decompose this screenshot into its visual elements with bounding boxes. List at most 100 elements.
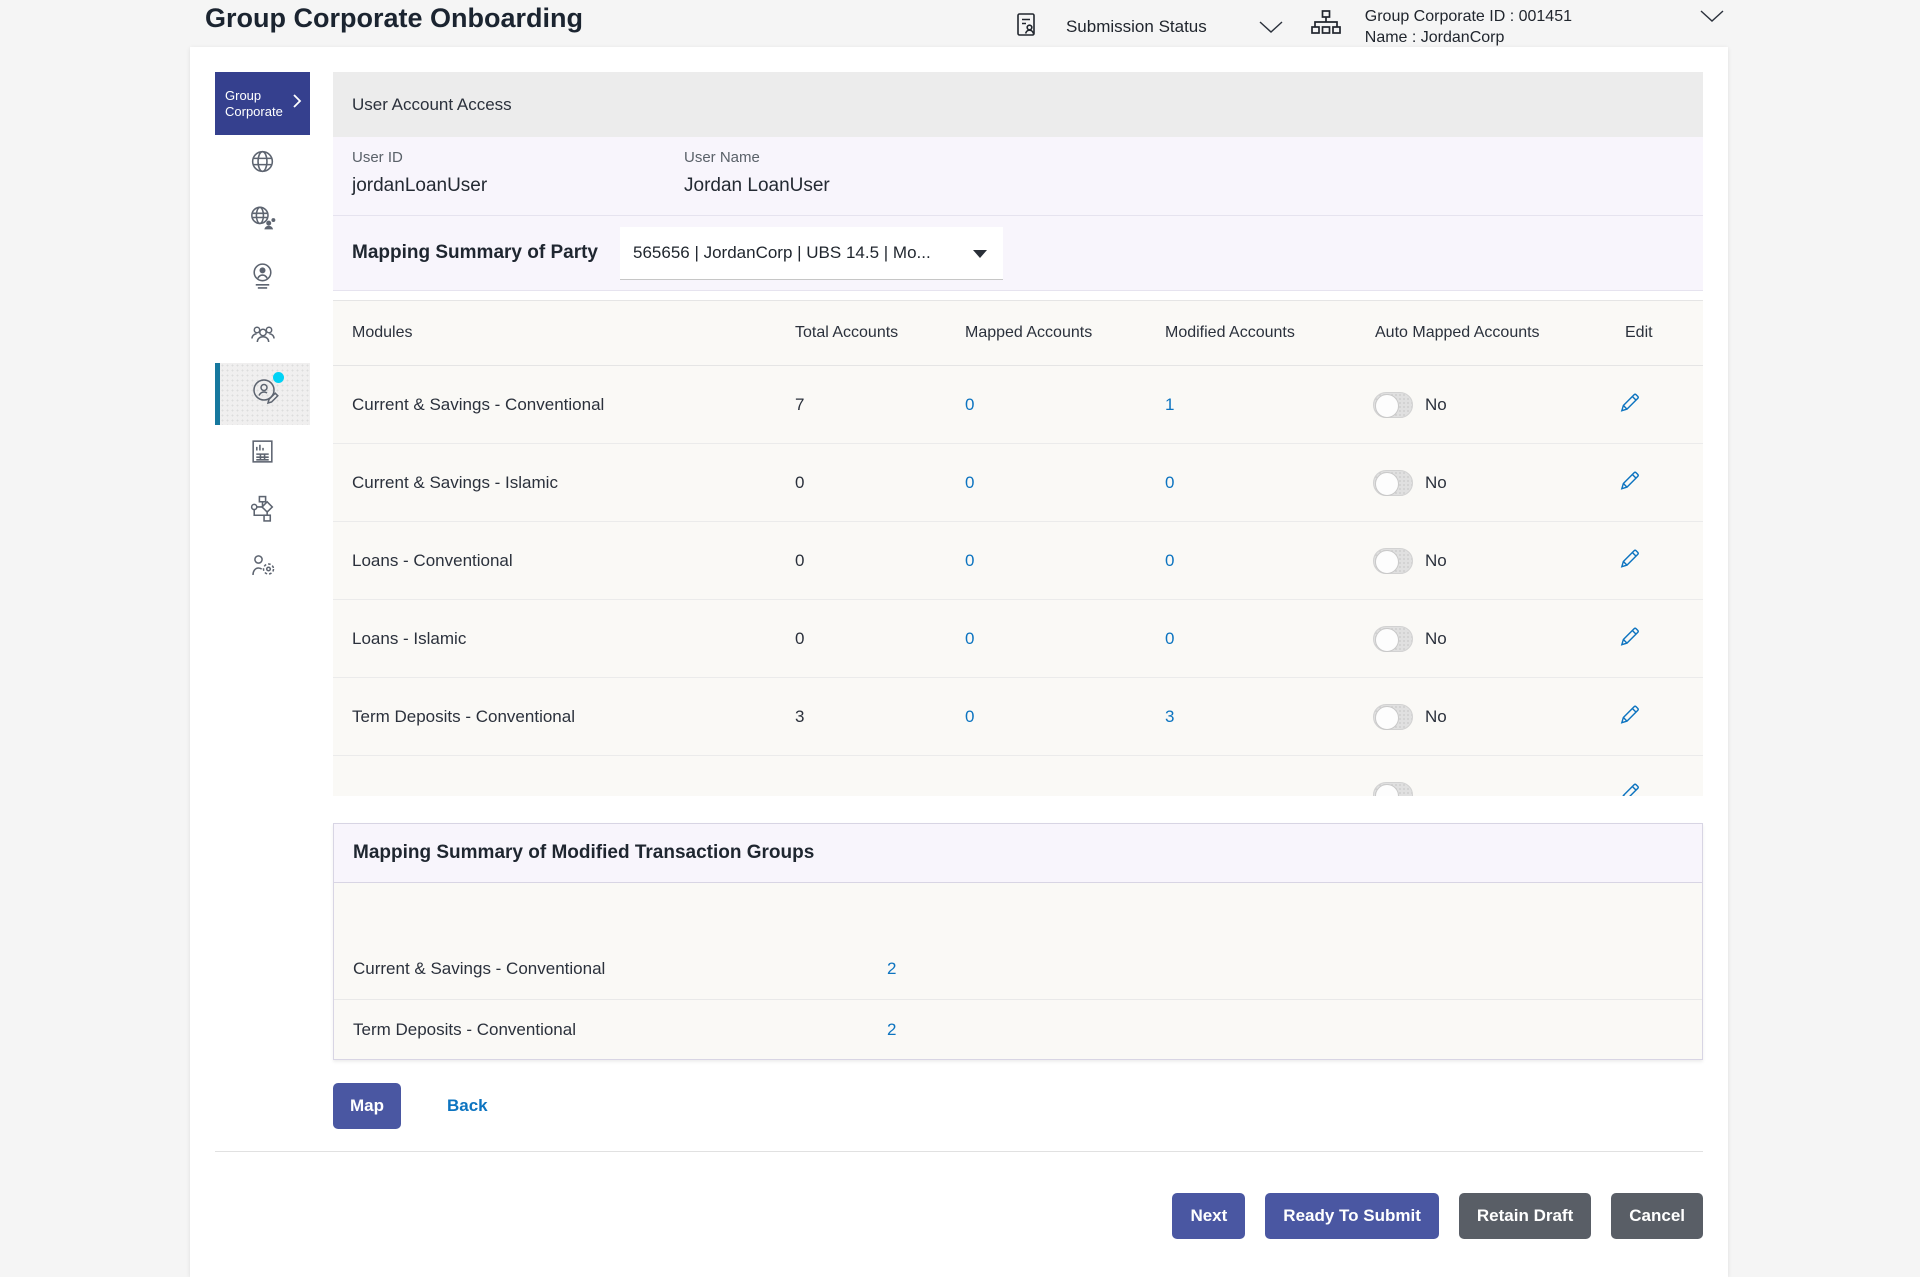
edit-icon[interactable]	[1618, 547, 1641, 570]
module-name: Loans - Conventional	[333, 551, 780, 571]
mapped-accounts-link[interactable]: 0	[950, 551, 1150, 571]
notification-dot	[273, 372, 284, 383]
user-settings-icon	[248, 550, 278, 585]
column-header-mapped-accounts: Mapped Accounts	[950, 324, 1150, 342]
chevron-down-icon	[1700, 10, 1724, 23]
sidebar-item-user-account-access[interactable]	[215, 363, 310, 425]
page-title: Group Corporate Onboarding	[205, 3, 583, 34]
group-count-link[interactable]: 2	[887, 959, 896, 979]
auto-mapped-label: No	[1425, 551, 1447, 571]
back-link[interactable]: Back	[447, 1096, 488, 1116]
mapped-accounts-link[interactable]: 0	[950, 707, 1150, 727]
mapping-summary-party-row: Mapping Summary of Party 565656 | Jordan…	[333, 216, 1703, 291]
sidebar-item-user-settings[interactable]	[215, 539, 310, 596]
auto-mapped-label: No	[1425, 395, 1447, 415]
total-accounts-value: 7	[780, 395, 950, 415]
sidebar-item-user-details[interactable]	[215, 249, 310, 306]
edit-icon[interactable]	[1618, 391, 1641, 414]
cancel-button[interactable]: Cancel	[1611, 1193, 1703, 1239]
auto-mapped-toggle[interactable]	[1373, 782, 1413, 797]
submission-status-label: Submission Status	[1066, 17, 1207, 37]
footer-actions: Next Ready To Submit Retain Draft Cancel	[333, 1193, 1703, 1239]
edit-icon[interactable]	[1618, 703, 1641, 726]
module-name: Term Deposits - Conventional	[333, 707, 780, 727]
column-header-modified-accounts: Modified Accounts	[1150, 324, 1360, 342]
globe-icon	[248, 147, 277, 181]
table-row: Term Deposits - Conventional 3 0 3 No	[333, 678, 1703, 756]
column-header-modules: Modules	[333, 324, 780, 342]
modified-transaction-groups-title: Mapping Summary of Modified Transaction …	[334, 824, 1702, 883]
edit-icon[interactable]	[1618, 781, 1641, 797]
report-icon	[248, 437, 277, 471]
sidebar-badge-group-corporate[interactable]: Group Corporate	[215, 72, 310, 135]
module-name: Current & Savings - Conventional	[333, 395, 780, 415]
chevron-down-icon	[1259, 21, 1283, 34]
party-select-value: 565656 | JordanCorp | UBS 14.5 | Mo...	[633, 243, 931, 263]
modified-transaction-groups-panel: Mapping Summary of Modified Transaction …	[333, 823, 1703, 1060]
mapped-accounts-link[interactable]: 0	[950, 473, 1150, 493]
auto-mapped-label: No	[1425, 629, 1447, 649]
mapped-accounts-link[interactable]: 0	[950, 629, 1150, 649]
table-row-partial	[333, 756, 1703, 796]
party-select[interactable]: 565656 | JordanCorp | UBS 14.5 | Mo...	[620, 227, 1003, 280]
module-name: Loans - Islamic	[333, 629, 780, 649]
group-name: Current & Savings - Conventional	[334, 959, 887, 979]
retain-draft-button[interactable]: Retain Draft	[1459, 1193, 1591, 1239]
group-count-link[interactable]: 2	[887, 1020, 896, 1040]
auto-mapped-toggle[interactable]	[1373, 470, 1413, 496]
header-controls: Submission Status Group Corporate ID : 0…	[1013, 6, 1724, 48]
next-button[interactable]: Next	[1172, 1193, 1245, 1239]
auto-mapped-toggle[interactable]	[1373, 548, 1413, 574]
list-item: Current & Savings - Conventional 2	[334, 939, 1702, 999]
sidebar-item-report[interactable]	[215, 425, 310, 482]
modified-accounts-link[interactable]: 0	[1150, 551, 1360, 571]
divider	[215, 1151, 1703, 1152]
modified-accounts-link[interactable]: 1	[1150, 395, 1360, 415]
auto-mapped-label: No	[1425, 707, 1447, 727]
caret-down-icon	[973, 250, 987, 258]
chevron-right-icon	[293, 94, 302, 113]
user-info-section: User ID jordanLoanUser User Name Jordan …	[333, 137, 1703, 216]
total-accounts-value: 0	[780, 551, 950, 571]
group-corporate-info: Group Corporate ID : 001451 Name : Jorda…	[1365, 6, 1572, 48]
ready-to-submit-button[interactable]: Ready To Submit	[1265, 1193, 1439, 1239]
group-name: Term Deposits - Conventional	[334, 1020, 887, 1040]
main-content: User Account Access User ID jordanLoanUs…	[333, 72, 1703, 1239]
auto-mapped-toggle[interactable]	[1373, 704, 1413, 730]
group-corporate-name: Name : JordanCorp	[1365, 27, 1572, 48]
total-accounts-value: 3	[780, 707, 950, 727]
mapping-summary-party-label: Mapping Summary of Party	[352, 242, 598, 264]
auto-mapped-label: No	[1425, 473, 1447, 493]
submission-status-dropdown[interactable]: Submission Status	[1013, 11, 1283, 44]
sidebar-item-globe[interactable]	[215, 135, 310, 192]
hierarchy-icon	[1309, 8, 1343, 47]
auto-mapped-toggle[interactable]	[1373, 626, 1413, 652]
edit-icon[interactable]	[1618, 469, 1641, 492]
group-corporate-id: Group Corporate ID : 001451	[1365, 6, 1572, 27]
map-button[interactable]: Map	[333, 1083, 401, 1129]
auto-mapped-toggle[interactable]	[1373, 392, 1413, 418]
total-accounts-value: 0	[780, 629, 950, 649]
table-row: Loans - Conventional 0 0 0 No	[333, 522, 1703, 600]
group-corporate-dropdown[interactable]: Group Corporate ID : 001451 Name : Jorda…	[1309, 6, 1724, 48]
modified-accounts-link[interactable]: 0	[1150, 473, 1360, 493]
sidebar-item-workflow[interactable]	[215, 482, 310, 539]
edit-icon[interactable]	[1618, 625, 1641, 648]
modified-accounts-link[interactable]: 3	[1150, 707, 1360, 727]
total-accounts-value: 0	[780, 473, 950, 493]
table-row: Current & Savings - Islamic 0 0 0 No	[333, 444, 1703, 522]
user-name-value: Jordan LoanUser	[684, 175, 1016, 197]
column-header-edit: Edit	[1610, 324, 1703, 342]
mapped-accounts-link[interactable]: 0	[950, 395, 1150, 415]
user-id-label: User ID	[352, 149, 684, 166]
user-id-value: jordanLoanUser	[352, 175, 684, 197]
modified-accounts-link[interactable]: 0	[1150, 629, 1360, 649]
table-row: Current & Savings - Conventional 7 0 1 N…	[333, 366, 1703, 444]
user-card-icon	[248, 261, 277, 295]
column-header-auto-mapped-accounts: Auto Mapped Accounts	[1360, 324, 1610, 342]
sidebar-item-users-group[interactable]	[215, 306, 310, 363]
list-item: Term Deposits - Conventional 2	[334, 999, 1702, 1059]
table-row: Loans - Islamic 0 0 0 No	[333, 600, 1703, 678]
module-name: Current & Savings - Islamic	[333, 473, 780, 493]
sidebar-item-global-users[interactable]	[215, 192, 310, 249]
